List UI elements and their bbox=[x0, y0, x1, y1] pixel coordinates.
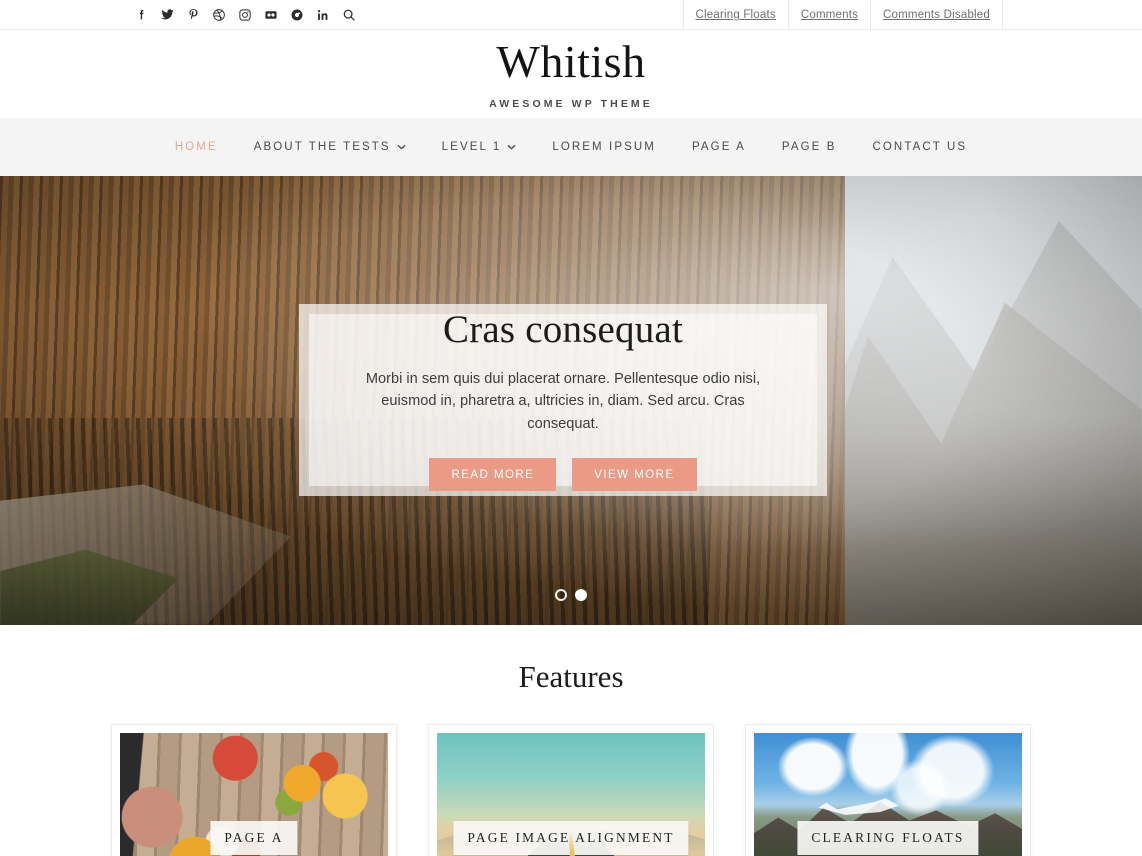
nav-item-label: ABOUT THE TESTS bbox=[253, 141, 391, 153]
feature-label[interactable]: PAGE IMAGE ALIGNMENT bbox=[453, 821, 689, 855]
nav-item-level-1[interactable]: LEVEL 1 bbox=[424, 141, 535, 153]
primary-navigation: HOME ABOUT THE TESTS LEVEL 1 LOREM IPSUM… bbox=[0, 118, 1142, 176]
view-more-button[interactable]: VIEW MORE bbox=[572, 457, 697, 492]
flickr-icon[interactable] bbox=[258, 0, 284, 30]
social-links bbox=[0, 0, 362, 29]
feature-thumbnail-page-a[interactable]: PAGE A bbox=[120, 733, 388, 856]
nav-item-label: LEVEL 1 bbox=[441, 141, 502, 153]
features-title: Features bbox=[518, 659, 624, 694]
top-bar: Clearing Floats Comments Comments Disabl… bbox=[0, 0, 1142, 30]
slide-text: Morbi in sem quis dui placerat ornare. P… bbox=[365, 370, 761, 432]
features-section: Features PAGE A PAGE IMAGE ALIGNMENT CLE… bbox=[0, 625, 1142, 856]
top-nav-item-clearing-floats[interactable]: Clearing Floats bbox=[682, 0, 788, 30]
feature-card[interactable]: PAGE A bbox=[111, 724, 397, 856]
nav-item-label: HOME bbox=[174, 141, 218, 153]
top-nav-spacer bbox=[1002, 0, 1142, 30]
feature-label[interactable]: PAGE A bbox=[210, 821, 298, 855]
feature-thumbnail-page-image-alignment[interactable]: PAGE IMAGE ALIGNMENT bbox=[437, 733, 705, 856]
facebook-icon[interactable] bbox=[128, 0, 154, 30]
feature-thumbnail-clearing-floats[interactable]: CLEARING FLOATS bbox=[754, 733, 1022, 856]
nav-item-home[interactable]: HOME bbox=[157, 141, 236, 153]
instagram-icon[interactable] bbox=[232, 0, 258, 30]
slider-pagination bbox=[0, 589, 1142, 601]
nav-item-about-the-tests[interactable]: ABOUT THE TESTS bbox=[236, 141, 424, 153]
hero-slider: Cras consequat Morbi in sem quis dui pla… bbox=[0, 176, 1142, 625]
twitter-icon[interactable] bbox=[154, 0, 180, 30]
nav-item-page-b[interactable]: PAGE B bbox=[764, 141, 855, 153]
nav-item-label: PAGE B bbox=[781, 141, 837, 153]
site-title[interactable]: Whitish bbox=[496, 38, 645, 87]
chevron-down-icon bbox=[397, 141, 406, 153]
nav-item-label: CONTACT US bbox=[872, 141, 968, 153]
nav-item-label: PAGE A bbox=[691, 141, 746, 153]
top-navigation: Clearing Floats Comments Comments Disabl… bbox=[682, 0, 1142, 30]
top-nav-item-comments[interactable]: Comments bbox=[787, 0, 870, 30]
top-nav-item-comments-disabled[interactable]: Comments Disabled bbox=[870, 0, 1002, 30]
chevron-down-icon bbox=[507, 141, 516, 153]
features-row: PAGE A PAGE IMAGE ALIGNMENT CLEARING FLO… bbox=[0, 724, 1142, 856]
feature-label[interactable]: CLEARING FLOATS bbox=[797, 821, 979, 855]
pinterest-icon[interactable] bbox=[180, 0, 206, 30]
slide-title: Cras consequat bbox=[443, 307, 683, 351]
slide-caption: Cras consequat Morbi in sem quis dui pla… bbox=[299, 304, 827, 496]
slider-dot-2[interactable] bbox=[575, 589, 587, 601]
linkedin-icon[interactable] bbox=[310, 0, 336, 30]
nav-item-page-a[interactable]: PAGE A bbox=[674, 141, 764, 153]
slide-caption-inner: Cras consequat Morbi in sem quis dui pla… bbox=[309, 308, 817, 492]
read-more-button[interactable]: READ MORE bbox=[429, 457, 557, 492]
feature-card[interactable]: PAGE IMAGE ALIGNMENT bbox=[428, 724, 714, 856]
site-description: AWESOME WP THEME bbox=[489, 97, 653, 110]
vimeo-icon[interactable] bbox=[284, 0, 310, 30]
nav-item-label: LOREM IPSUM bbox=[552, 141, 656, 153]
nav-item-lorem-ipsum[interactable]: LOREM IPSUM bbox=[534, 141, 674, 153]
slide-buttons: READ MORE VIEW MORE bbox=[429, 457, 697, 492]
search-icon[interactable] bbox=[336, 0, 362, 30]
slider-dot-1[interactable] bbox=[555, 589, 567, 601]
feature-card[interactable]: CLEARING FLOATS bbox=[745, 724, 1031, 856]
nav-item-contact-us[interactable]: CONTACT US bbox=[854, 141, 985, 153]
dribbble-icon[interactable] bbox=[206, 0, 232, 30]
site-branding: Whitish AWESOME WP THEME bbox=[0, 30, 1142, 118]
